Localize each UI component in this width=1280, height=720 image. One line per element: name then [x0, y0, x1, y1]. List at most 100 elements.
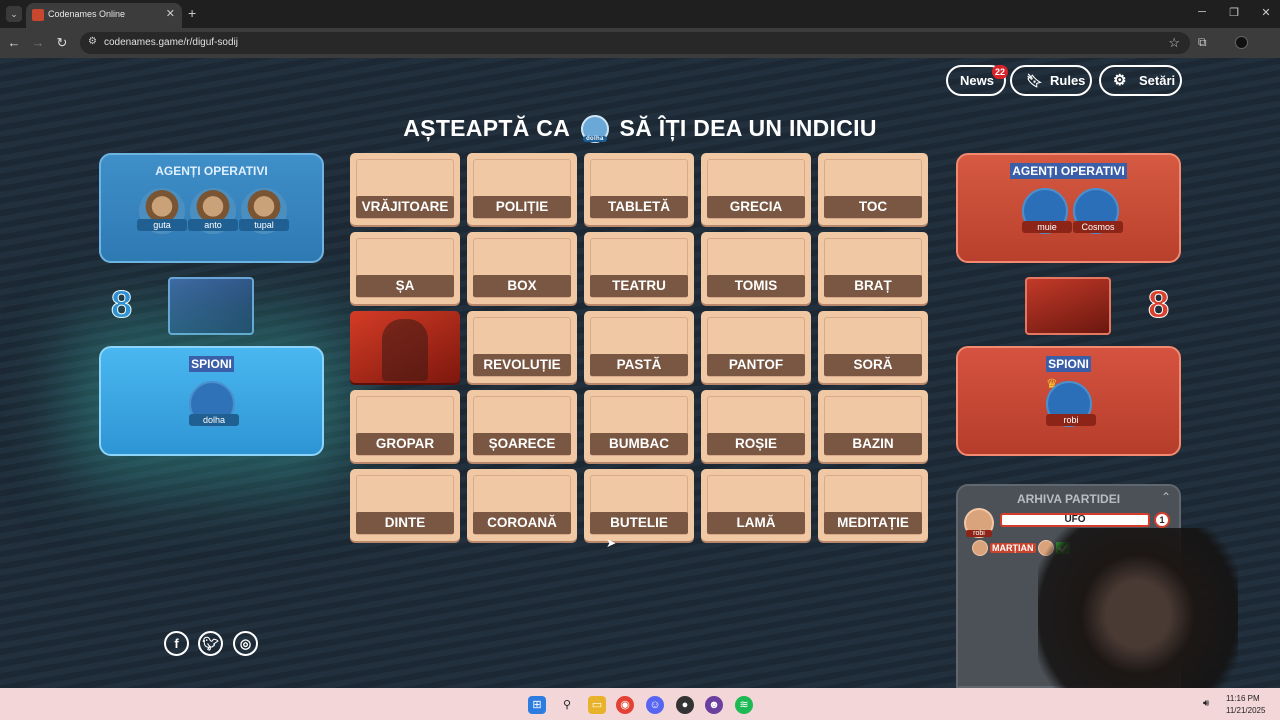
news-button[interactable]: News 22 [946, 65, 1008, 96]
facebook-icon[interactable]: f [164, 631, 189, 656]
extensions-icon[interactable]: ⧉ [1198, 35, 1207, 50]
player-avatar[interactable]: guta [137, 188, 187, 234]
word-card[interactable]: TOMIS [701, 232, 811, 304]
gear-icon: ⚙ [1113, 72, 1127, 89]
search-icon[interactable]: ⚲ [558, 696, 576, 714]
word-card[interactable]: BUMBAC [584, 390, 694, 462]
red-agent-image [382, 319, 428, 381]
close-window-icon[interactable]: ✕ [1256, 6, 1276, 19]
word-card[interactable]: TEATRU [584, 232, 694, 304]
tab-title: Codenames Online [48, 9, 126, 19]
volume-icon[interactable]: 🔊︎ [1203, 698, 1209, 709]
discord-ptb-icon[interactable]: ☻ [705, 696, 723, 714]
instagram-icon[interactable]: ◎ [233, 631, 258, 656]
player-avatar[interactable]: tupal [239, 188, 289, 234]
word-card[interactable]: GROPAR [350, 390, 460, 462]
tab-search-icon[interactable]: ⌄ [6, 6, 22, 22]
headline-text-after: SĂ ÎȚI DEA UN INDICIU [619, 115, 877, 142]
card-word: TABLETĂ [590, 196, 688, 218]
obs-icon[interactable]: ● [676, 696, 694, 714]
forward-icon[interactable]: → [30, 35, 46, 50]
restore-icon[interactable]: ❐ [1224, 6, 1244, 19]
word-card[interactable]: GRECIA [701, 153, 811, 225]
red-spymasters-panel: SPIONI ♛ robi [956, 346, 1181, 456]
player-avatar[interactable]: Cosmos [1073, 188, 1123, 234]
word-card[interactable]: SORĂ [818, 311, 928, 383]
card-word: PANTOF [707, 354, 805, 376]
profile-avatar[interactable] [1235, 36, 1248, 49]
blue-operatives-title: AGENȚI OPERATIVI [155, 164, 268, 178]
bookmark-icon: 🔖︎ [1026, 73, 1043, 88]
discord-icon[interactable]: ☺ [646, 696, 664, 714]
tab-close-icon[interactable]: ✕ [166, 7, 175, 20]
card-word: BOX [473, 275, 571, 297]
player-avatar[interactable]: dolha [189, 381, 239, 427]
word-card[interactable]: ȘOARECE [467, 390, 577, 462]
card-word: TOMIS [707, 275, 805, 297]
word-card[interactable]: MEDITAȚIE [818, 469, 928, 541]
word-card[interactable]: TOC [818, 153, 928, 225]
card-word: GRECIA [707, 196, 805, 218]
word-card[interactable] [350, 311, 460, 383]
word-card[interactable]: VRĂJITOARE [350, 153, 460, 225]
new-tab-icon[interactable]: + [188, 5, 196, 21]
guesser-avatar [972, 540, 988, 556]
player-name: robi [1046, 414, 1096, 426]
windows-start-icon[interactable]: ⊞ [528, 696, 546, 714]
settings-label: Setări [1139, 73, 1176, 88]
word-card[interactable]: PASTĂ [584, 311, 694, 383]
url-text: codenames.game/r/diguf-sodij [104, 37, 238, 48]
red-operatives-panel: AGENȚI OPERATIVI muie Cosmos [956, 153, 1181, 263]
card-word: GROPAR [356, 433, 454, 455]
card-word: TOC [824, 196, 922, 218]
player-avatar[interactable]: robi [1046, 381, 1096, 427]
rules-label: Rules [1050, 73, 1086, 88]
reload-icon[interactable]: ↻ [54, 35, 70, 51]
card-word: BAZIN [824, 433, 922, 455]
back-icon[interactable]: ← [6, 35, 22, 50]
bookmark-star-icon[interactable]: ☆ [1168, 35, 1180, 51]
word-card[interactable]: DINTE [350, 469, 460, 541]
word-card[interactable]: PANTOF [701, 311, 811, 383]
file-explorer-icon[interactable]: ▭ [588, 696, 606, 714]
twitter-icon[interactable]: 🐦︎ [198, 631, 223, 656]
red-operatives-title: AGENȚI OPERATIVI [1010, 163, 1127, 179]
card-word: ȘA [356, 275, 454, 297]
word-card[interactable]: ROȘIE [701, 390, 811, 462]
minimize-icon[interactable]: ─ [1192, 6, 1212, 18]
player-avatar[interactable]: muie [1022, 188, 1072, 234]
word-card[interactable]: BAZIN [818, 390, 928, 462]
card-word: COROANĂ [473, 512, 571, 534]
word-card[interactable]: BOX [467, 232, 577, 304]
word-card[interactable]: BRAȚ [818, 232, 928, 304]
chevron-up-icon[interactable]: ⌃ [1161, 490, 1171, 504]
word-card[interactable]: POLIȚIE [467, 153, 577, 225]
browser-tab[interactable]: Codenames Online ✕ [26, 3, 182, 28]
blue-spymaster-portrait [168, 277, 254, 335]
spotify-icon[interactable]: ≋ [735, 696, 753, 714]
card-word: ȘOARECE [473, 433, 571, 455]
red-spymasters-title: SPIONI [1046, 356, 1091, 372]
word-card[interactable]: ȘA [350, 232, 460, 304]
word-card[interactable]: TABLETĂ [584, 153, 694, 225]
word-card[interactable]: BUTELIE [584, 469, 694, 541]
clock-date: 11/21/2025 [1226, 706, 1266, 715]
player-avatar[interactable]: anto [188, 188, 238, 234]
site-info-icon[interactable]: ⚙ [88, 36, 97, 47]
chrome-icon[interactable]: ◉ [616, 696, 634, 714]
url-input[interactable]: ⚙ codenames.game/r/diguf-sodij ☆ [80, 32, 1190, 54]
clue-giver-name: robi [966, 530, 992, 537]
word-card[interactable]: LAMĂ [701, 469, 811, 541]
blue-spymasters-title: SPIONI [189, 356, 234, 372]
word-card[interactable]: COROANĂ [467, 469, 577, 541]
card-word: PASTĂ [590, 354, 688, 376]
rules-button[interactable]: 🔖︎ Rules [1010, 65, 1092, 96]
settings-button[interactable]: ⚙ Setări [1099, 65, 1182, 96]
word-card[interactable]: REVOLUȚIE [467, 311, 577, 383]
player-name: Cosmos [1073, 221, 1123, 233]
card-word: ROȘIE [707, 433, 805, 455]
news-label: News [960, 73, 994, 88]
spymaster-avatar-name: dolha [582, 135, 607, 142]
blue-score: 8 [110, 284, 133, 327]
browser-tab-bar: ⌄ Codenames Online ✕ + ─ ❐ ✕ [0, 0, 1280, 28]
